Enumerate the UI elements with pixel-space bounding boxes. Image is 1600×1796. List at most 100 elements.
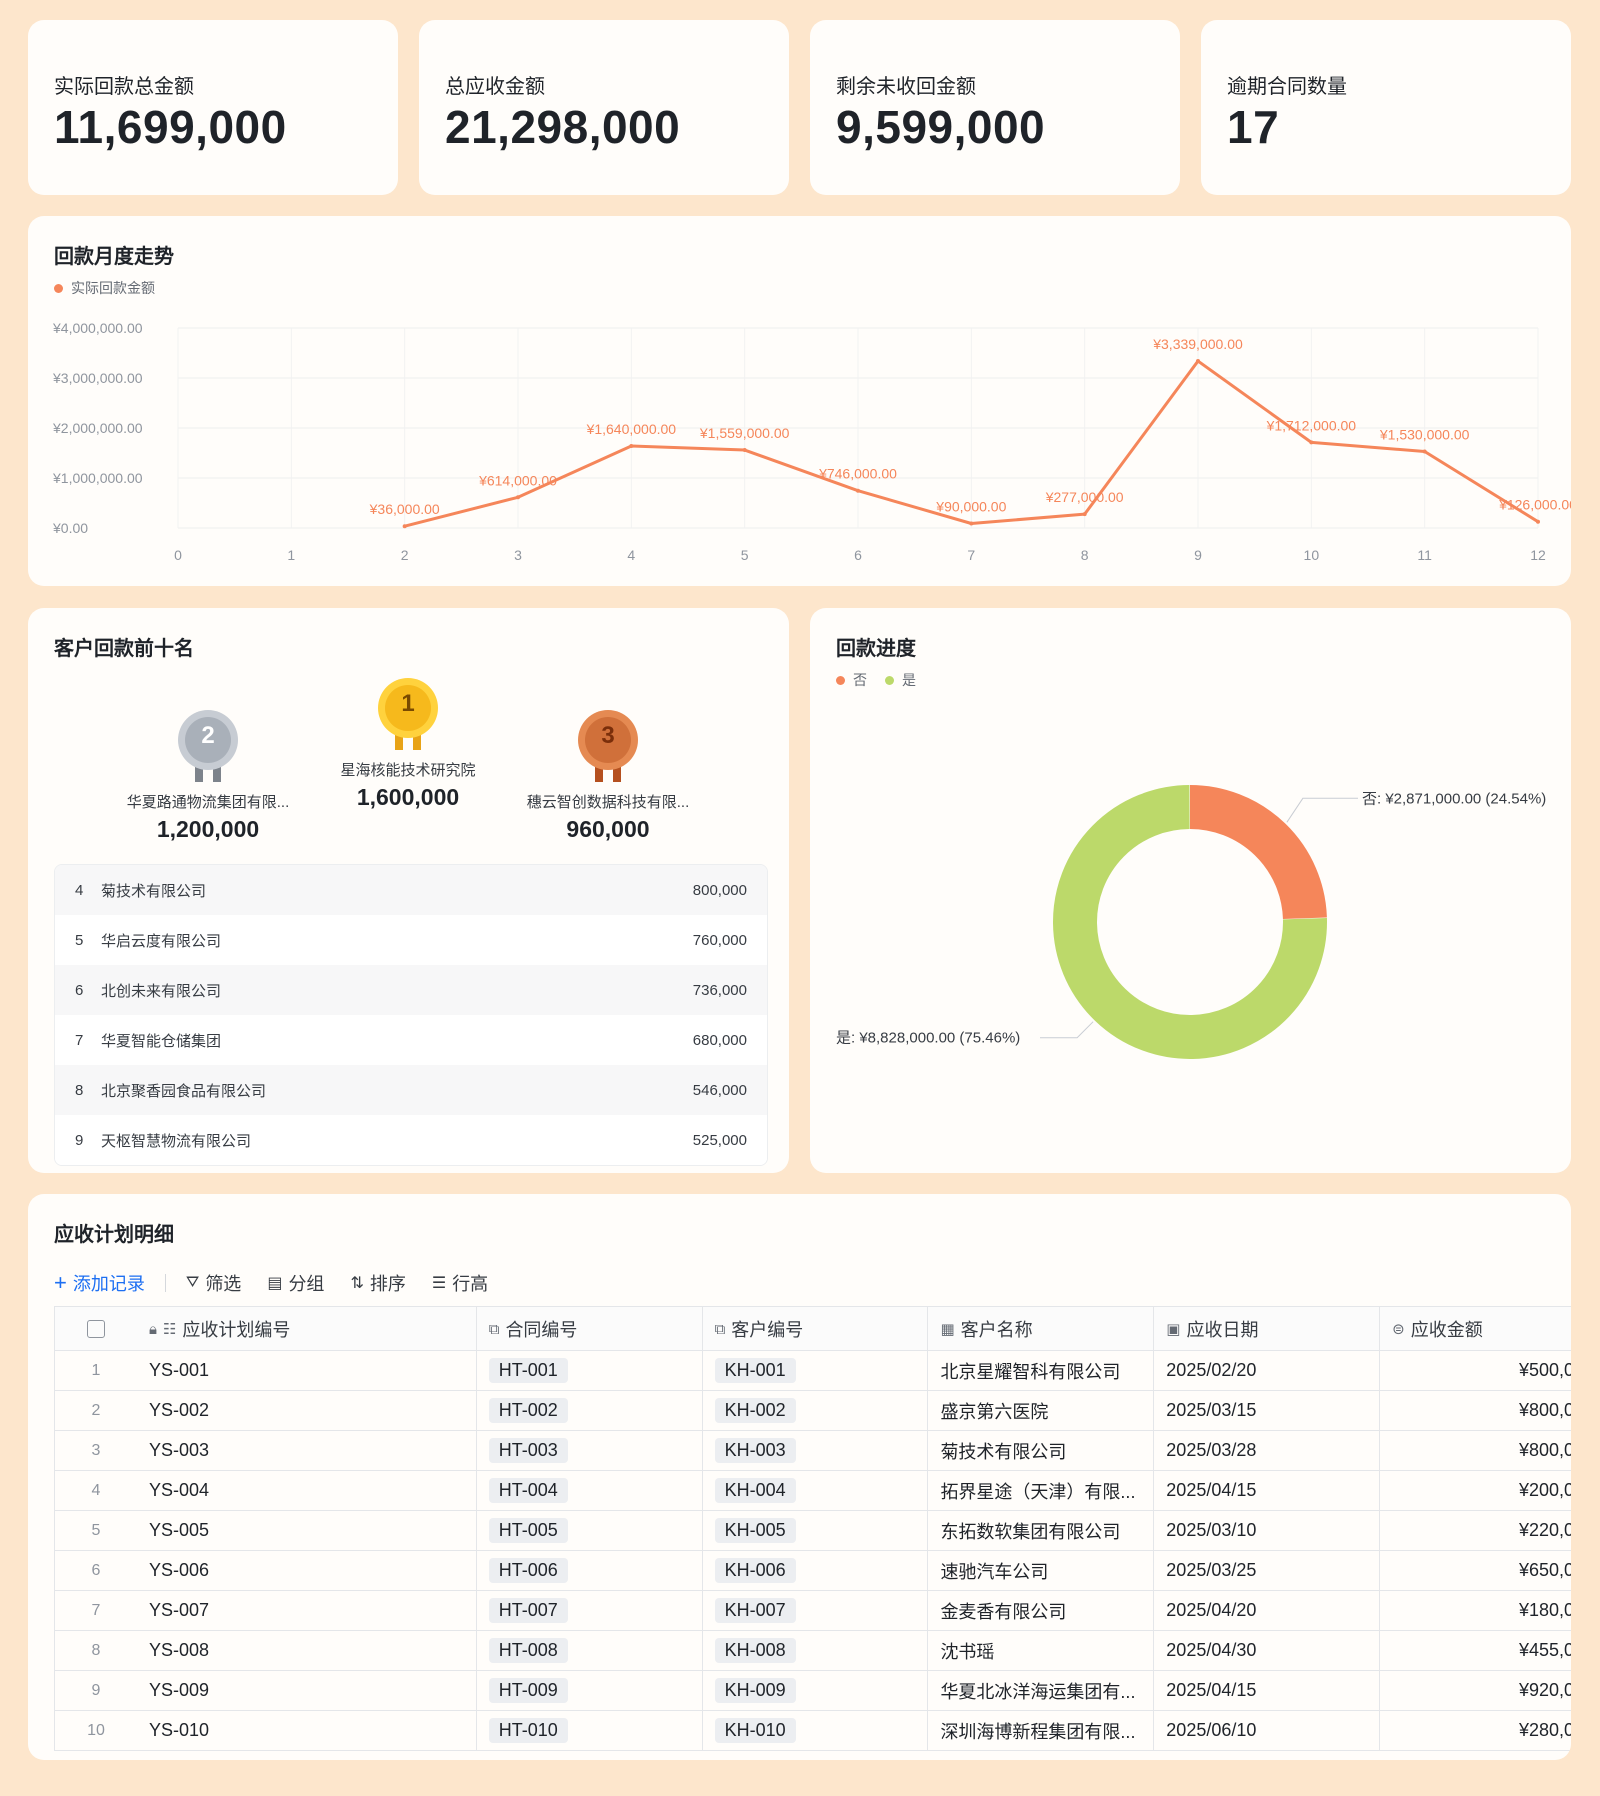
customer-id-cell[interactable]: KH-005 bbox=[703, 1511, 929, 1550]
customer-id-cell[interactable]: KH-009 bbox=[703, 1671, 929, 1710]
table-row[interactable]: 6 YS-006 HT-006 KH-006 速驰汽车公司 2025/03/25 ¥650,… bbox=[55, 1551, 1571, 1591]
date-cell[interactable]: 2025/03/28 bbox=[1154, 1431, 1381, 1470]
plan-id-cell[interactable]: YS-006 bbox=[137, 1551, 477, 1590]
table-row[interactable]: 9 YS-009 HT-009 KH-009 华夏北冰洋海运集团有... 2025/04/… bbox=[55, 1671, 1571, 1711]
amount-cell[interactable]: ¥920,0 bbox=[1380, 1671, 1571, 1710]
customer-id-cell[interactable]: KH-002 bbox=[703, 1391, 929, 1430]
list-item[interactable]: 5 华启云度有限公司 760,000 bbox=[55, 915, 767, 965]
table-row[interactable]: 2 YS-002 HT-002 KH-002 盛京第六医院 2025/03/15 ¥800,… bbox=[55, 1391, 1571, 1431]
row-height-button[interactable]: ☰ 行高 bbox=[432, 1270, 488, 1296]
date-cell[interactable]: 2025/04/30 bbox=[1154, 1631, 1381, 1670]
table-row[interactable]: 10 YS-010 HT-010 KH-010 深圳海博新程集团有限... 2025/06… bbox=[55, 1711, 1571, 1751]
table-row[interactable]: 8 YS-008 HT-008 KH-008 沈书瑶 2025/04/30 ¥455,0 bbox=[55, 1631, 1571, 1671]
donut-chart[interactable]: 否: ¥2,871,000.00 (24.54%) 是: ¥8,828,000.0… bbox=[810, 608, 1571, 1173]
date-cell[interactable]: 2025/06/10 bbox=[1154, 1711, 1381, 1750]
customer-name-cell[interactable]: 深圳海博新程集团有限... bbox=[928, 1711, 1155, 1750]
customer-id-cell[interactable]: KH-001 bbox=[703, 1351, 929, 1390]
table-row[interactable]: 1 YS-001 HT-001 KH-001 北京星耀智科有限公司 2025/02/20 ¥… bbox=[55, 1351, 1571, 1391]
amount-cell[interactable]: ¥800,0 bbox=[1380, 1431, 1571, 1470]
plan-id-cell[interactable]: YS-004 bbox=[137, 1471, 477, 1510]
plan-id-cell[interactable]: YS-009 bbox=[137, 1671, 477, 1710]
date-cell[interactable]: 2025/03/10 bbox=[1154, 1511, 1381, 1550]
detail-title: 应收计划明细 bbox=[54, 1224, 174, 1246]
date-cell[interactable]: 2025/03/25 bbox=[1154, 1551, 1381, 1590]
customer-id-cell[interactable]: KH-010 bbox=[703, 1711, 929, 1750]
contract-id-cell[interactable]: HT-006 bbox=[477, 1551, 703, 1590]
progress-card: 回款进度 否 是 否: ¥2,871,000.00 (24.54%) 是: ¥8,… bbox=[810, 608, 1571, 1173]
contract-id-cell[interactable]: HT-009 bbox=[477, 1671, 703, 1710]
column-header-label: 合同编号 bbox=[505, 1320, 578, 1340]
customer-name-cell[interactable]: 速驰汽车公司 bbox=[928, 1551, 1155, 1590]
customer-name-cell[interactable]: 华夏北冰洋海运集团有... bbox=[928, 1671, 1155, 1710]
contract-id-cell[interactable]: HT-007 bbox=[477, 1591, 703, 1630]
data-point bbox=[1422, 449, 1427, 454]
customer-name-cell[interactable]: 金麦香有限公司 bbox=[928, 1591, 1155, 1630]
contract-tag: HT-005 bbox=[488, 1518, 568, 1543]
date-cell[interactable]: 2025/04/15 bbox=[1154, 1671, 1381, 1710]
amount-cell[interactable]: ¥455,0 bbox=[1380, 1631, 1571, 1670]
amount-cell[interactable]: ¥280,0 bbox=[1380, 1711, 1571, 1750]
list-item[interactable]: 9 天枢智慧物流有限公司 525,000 bbox=[55, 1115, 767, 1165]
date-cell[interactable]: 2025/04/20 bbox=[1154, 1591, 1381, 1630]
amount-cell[interactable]: ¥500,0 bbox=[1380, 1351, 1571, 1390]
date-cell[interactable]: 2025/04/15 bbox=[1154, 1471, 1381, 1510]
amount-cell[interactable]: ¥180,0 bbox=[1380, 1591, 1571, 1630]
column-header-amount[interactable]: ⊜ 应收金额 bbox=[1380, 1307, 1571, 1351]
customer-id-cell[interactable]: KH-003 bbox=[703, 1431, 929, 1470]
contract-id-cell[interactable]: HT-001 bbox=[477, 1351, 703, 1390]
rank-index: 5 bbox=[75, 931, 84, 949]
plan-id-cell[interactable]: YS-008 bbox=[137, 1631, 477, 1670]
plan-id-cell[interactable]: YS-001 bbox=[137, 1351, 477, 1390]
contract-id-cell[interactable]: HT-008 bbox=[477, 1631, 703, 1670]
customer-id-cell[interactable]: KH-007 bbox=[703, 1591, 929, 1630]
customer-name-cell[interactable]: 菊技术有限公司 bbox=[928, 1431, 1155, 1470]
table-row[interactable]: 4 YS-004 HT-004 KH-004 拓界星途（天津）有限... 2025/04/… bbox=[55, 1471, 1571, 1511]
add-record-button[interactable]: + 添加记录 bbox=[54, 1270, 145, 1296]
table-row[interactable]: 7 YS-007 HT-007 KH-007 金麦香有限公司 2025/04/20 ¥180… bbox=[55, 1591, 1571, 1631]
column-header-plan[interactable]: 🔒︎ ☷ 应收计划编号 bbox=[137, 1307, 477, 1351]
customer-id-cell[interactable]: KH-004 bbox=[703, 1471, 929, 1510]
sort-button[interactable]: ⇅ 排序 bbox=[350, 1270, 405, 1296]
due-date: 2025/02/20 bbox=[1166, 1360, 1257, 1380]
x-tick-label: 7 bbox=[967, 547, 975, 563]
column-header-contract[interactable]: ⧉ 合同编号 bbox=[477, 1307, 703, 1351]
customer-id-cell[interactable]: KH-008 bbox=[703, 1631, 929, 1670]
contract-id-cell[interactable]: HT-010 bbox=[477, 1711, 703, 1750]
contract-id-cell[interactable]: HT-004 bbox=[477, 1471, 703, 1510]
plan-id-cell[interactable]: YS-002 bbox=[137, 1391, 477, 1430]
select-all-cell[interactable] bbox=[55, 1307, 137, 1351]
date-cell[interactable]: 2025/02/20 bbox=[1154, 1351, 1381, 1390]
list-item[interactable]: 4 菊技术有限公司 800,000 bbox=[55, 865, 767, 915]
customer-name-cell[interactable]: 盛京第六医院 bbox=[928, 1391, 1155, 1430]
column-header-customer-id[interactable]: ⧉ 客户编号 bbox=[703, 1307, 929, 1351]
plan-id-cell[interactable]: YS-005 bbox=[137, 1511, 477, 1550]
customer-name-cell[interactable]: 沈书瑶 bbox=[928, 1631, 1155, 1670]
customer-tag: KH-002 bbox=[714, 1398, 796, 1423]
contract-id-cell[interactable]: HT-005 bbox=[477, 1511, 703, 1550]
amount-cell[interactable]: ¥650,0 bbox=[1380, 1551, 1571, 1590]
filter-button[interactable]: ⛛ 筛选 bbox=[186, 1270, 241, 1296]
amount-cell[interactable]: ¥220,0 bbox=[1380, 1511, 1571, 1550]
plan-id-cell[interactable]: YS-007 bbox=[137, 1591, 477, 1630]
table-row[interactable]: 3 YS-003 HT-003 KH-003 菊技术有限公司 2025/03/28 ¥800… bbox=[55, 1431, 1571, 1471]
plan-id-cell[interactable]: YS-010 bbox=[137, 1711, 477, 1750]
amount-cell[interactable]: ¥200,0 bbox=[1380, 1471, 1571, 1510]
select-all-checkbox[interactable] bbox=[86, 1320, 105, 1338]
column-header-date[interactable]: ▣ 应收日期 bbox=[1154, 1307, 1381, 1351]
date-cell[interactable]: 2025/03/15 bbox=[1154, 1391, 1381, 1430]
table-row[interactable]: 5 YS-005 HT-005 KH-005 东拓数软集团有限公司 2025/03/10 ¥… bbox=[55, 1511, 1571, 1551]
amount-cell[interactable]: ¥800,0 bbox=[1380, 1391, 1571, 1430]
contract-id-cell[interactable]: HT-002 bbox=[477, 1391, 703, 1430]
customer-name-cell[interactable]: 东拓数软集团有限公司 bbox=[928, 1511, 1155, 1550]
column-header-customer-name[interactable]: ▦ 客户名称 bbox=[928, 1307, 1155, 1351]
list-item[interactable]: 6 北创未来有限公司 736,000 bbox=[55, 965, 767, 1015]
group-button[interactable]: ▤ 分组 bbox=[267, 1270, 324, 1296]
customer-name-cell[interactable]: 北京星耀智科有限公司 bbox=[928, 1351, 1155, 1390]
plan-id-cell[interactable]: YS-003 bbox=[137, 1431, 477, 1470]
customer-name-cell[interactable]: 拓界星途（天津）有限... bbox=[928, 1471, 1155, 1510]
line-chart[interactable]: ¥4,000,000.00 ¥3,000,000.00 ¥2,000,000.00 ¥… bbox=[28, 216, 1571, 586]
customer-id-cell[interactable]: KH-006 bbox=[703, 1551, 929, 1590]
list-item[interactable]: 7 华夏智能仓储集团 680,000 bbox=[55, 1015, 767, 1065]
contract-id-cell[interactable]: HT-003 bbox=[477, 1431, 703, 1470]
list-item[interactable]: 8 北京聚香园食品有限公司 546,000 bbox=[55, 1065, 767, 1115]
